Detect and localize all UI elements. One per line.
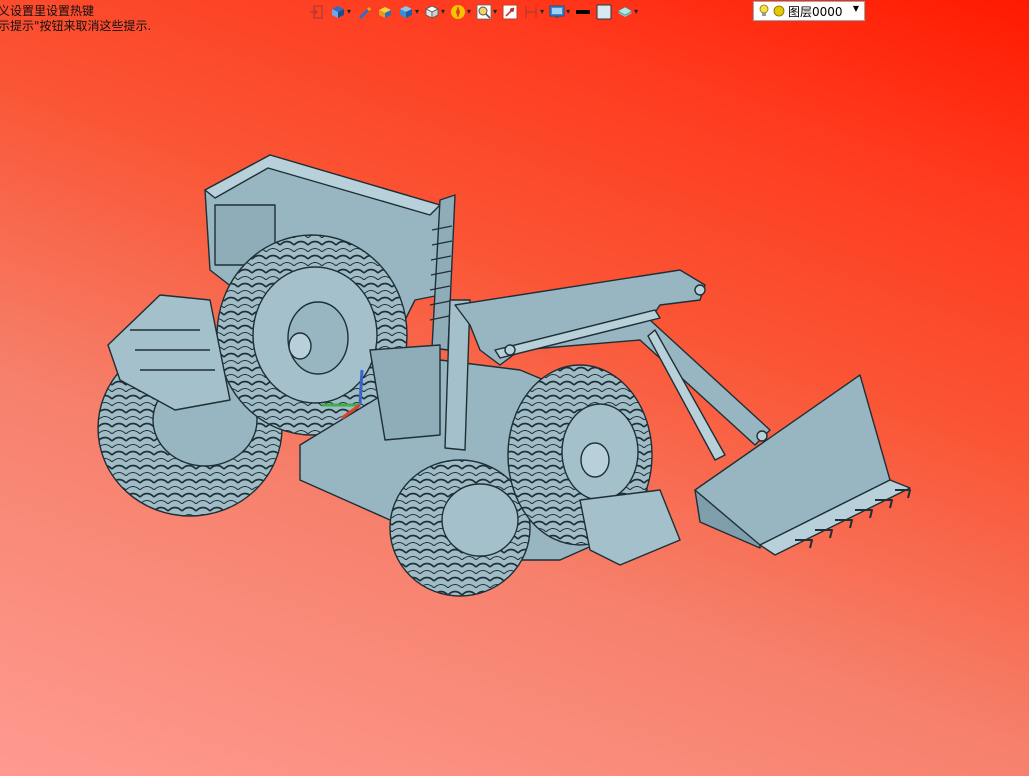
exit-button[interactable] [308, 2, 326, 22]
select-filter-button[interactable]: ▾ [329, 2, 352, 22]
select-filter-icon [332, 6, 344, 18]
material-button[interactable]: ▾ [616, 2, 639, 22]
view-cube-button[interactable]: ▾ [423, 2, 446, 22]
chevron-down-icon: ▾ [347, 7, 352, 16]
rear-right-rim [441, 483, 519, 557]
view-cube-icon [425, 5, 439, 19]
display-button[interactable]: ▾ [548, 2, 571, 22]
rear-hub-center [288, 332, 312, 360]
section-icon [502, 4, 518, 20]
shaded-box-icon [379, 7, 392, 18]
tractor-loader-model[interactable] [97, 154, 911, 597]
chevron-down-icon: ▾ [566, 7, 571, 16]
view-toolbar: ▾ ▾ ▾ ▾ ▾ ▾ ▾ ▾ [308, 1, 639, 23]
clip-icon [525, 6, 537, 18]
section-button[interactable] [501, 2, 519, 22]
clip-button[interactable]: ▾ [522, 2, 545, 22]
layer-selector[interactable]: 图层0000 ▼ [753, 1, 865, 21]
face-color-button[interactable] [595, 2, 613, 22]
exit-icon [310, 5, 323, 19]
line-color-button[interactable] [574, 2, 592, 22]
sun-icon [773, 5, 785, 17]
hotkey-hint: 义设置里设置热键 示提示"按钮来取消这些提示. [0, 4, 151, 34]
pen-icon [359, 7, 372, 19]
pen-button[interactable] [355, 2, 373, 22]
face-color-icon [596, 4, 612, 20]
shaded-box-button[interactable] [376, 2, 394, 22]
zoom-view-button[interactable]: ▾ [475, 2, 498, 22]
render-mode-button[interactable]: ▾ [397, 2, 420, 22]
chevron-down-icon: ▾ [540, 7, 545, 16]
chevron-down-icon: ▾ [634, 7, 639, 16]
material-icon [617, 6, 633, 17]
chevron-down-icon[interactable]: ▼ [853, 4, 859, 13]
chevron-down-icon: ▾ [415, 7, 420, 16]
display-icon [549, 5, 565, 18]
hint-line-2: 示提示"按钮来取消这些提示. [0, 19, 152, 33]
zoom-view-icon [476, 4, 492, 20]
line-color-icon [576, 10, 591, 14]
3d-viewport[interactable] [0, 0, 1029, 776]
orient-icon [451, 5, 466, 19]
fender [579, 489, 681, 566]
render-mode-icon [400, 6, 413, 18]
layer-name: 图层0000 [788, 4, 843, 19]
lightbulb-icon [759, 4, 769, 16]
chevron-down-icon: ▾ [441, 7, 446, 16]
chevron-down-icon: ▾ [467, 7, 472, 16]
chevron-down-icon: ▾ [493, 7, 498, 16]
hint-line-1: 义设置里设置热键 [0, 4, 95, 18]
orient-button[interactable]: ▾ [449, 2, 472, 22]
